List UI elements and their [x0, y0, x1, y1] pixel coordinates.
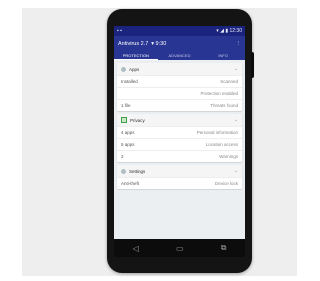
card-title: Privacy [130, 117, 145, 123]
card-header[interactable]: Apps ⌄ [117, 63, 242, 75]
row-label: 1 file [121, 103, 131, 108]
chevron-down-icon[interactable]: ⌄ [234, 117, 238, 123]
back-icon[interactable]: ◁ [133, 244, 139, 253]
row-value: Scanned [220, 79, 238, 84]
row-value: Personal information [196, 130, 238, 135]
row-value: Threats found [210, 103, 238, 108]
row-label: 2 [121, 154, 124, 159]
row-label: Anti-theft [121, 181, 140, 186]
card-apps[interactable]: Apps ⌄ Installed Scanned Protection enab… [117, 63, 242, 111]
tab-bar: PROTECTION ADVANCED INFO [114, 51, 245, 60]
row-value: Warnings [219, 154, 238, 159]
tab-protection[interactable]: PROTECTION [114, 51, 158, 60]
row-label: 5 apps [121, 142, 135, 147]
card-privacy[interactable]: Privacy ⌄ 4 apps Personal information 5 … [117, 114, 242, 162]
row-value: Protection enabled [200, 91, 238, 96]
card-header[interactable]: Settings ⌄ [117, 165, 242, 177]
phone-screen: ▪ ▪ ▾ ◢ ▮ 12:30 Antivirus 2.7 ▾ 9:30 ⋮ P… [114, 26, 245, 239]
row-label: 4 apps [121, 130, 135, 135]
checkbox-icon[interactable] [121, 117, 127, 123]
chevron-down-icon[interactable]: ⌄ [234, 168, 238, 174]
tab-advanced[interactable]: ADVANCED [158, 51, 202, 60]
card-title: Apps [129, 66, 140, 72]
list-item[interactable]: Installed Scanned [117, 75, 242, 87]
power-button [251, 52, 254, 78]
card-title: Settings [129, 168, 146, 174]
list-item[interactable]: Anti-theft Device lock [117, 177, 242, 189]
card-list: Apps ⌄ Installed Scanned Protection enab… [114, 60, 245, 195]
app-title: Antivirus 2.7 [118, 40, 149, 47]
list-item[interactable]: Protection enabled [117, 87, 242, 99]
row-value: Location access [205, 142, 238, 147]
list-item[interactable]: 1 file Threats found [117, 99, 242, 111]
tab-info[interactable]: INFO [201, 51, 245, 60]
status-right: ▾ ◢ ▮ 12:30 [216, 28, 242, 34]
status-bar: ▪ ▪ ▾ ◢ ▮ 12:30 [114, 26, 245, 36]
list-item[interactable]: 2 Warnings [117, 150, 242, 162]
system-nav-bar: ◁ ▭ ⧉ [114, 239, 245, 257]
card-settings[interactable]: Settings ⌄ Anti-theft Device lock [117, 165, 242, 189]
card-header[interactable]: Privacy ⌄ [117, 114, 242, 126]
overflow-icon[interactable]: ⋮ [236, 41, 242, 47]
list-item[interactable]: 4 apps Personal information [117, 126, 242, 138]
row-value: Device lock [214, 181, 238, 186]
app-subtitle: ▾ 9:30 [151, 40, 167, 47]
status-dot-icon [121, 66, 126, 72]
status-dot-icon [121, 168, 126, 174]
list-item[interactable]: 5 apps Location access [117, 138, 242, 150]
app-bar: Antivirus 2.7 ▾ 9:30 ⋮ [114, 36, 245, 51]
home-icon[interactable]: ▭ [176, 244, 184, 253]
chevron-down-icon[interactable]: ⌄ [234, 66, 238, 72]
recent-apps-icon[interactable]: ⧉ [221, 243, 227, 253]
row-label: Installed [121, 79, 138, 84]
status-left: ▪ ▪ [117, 28, 122, 34]
